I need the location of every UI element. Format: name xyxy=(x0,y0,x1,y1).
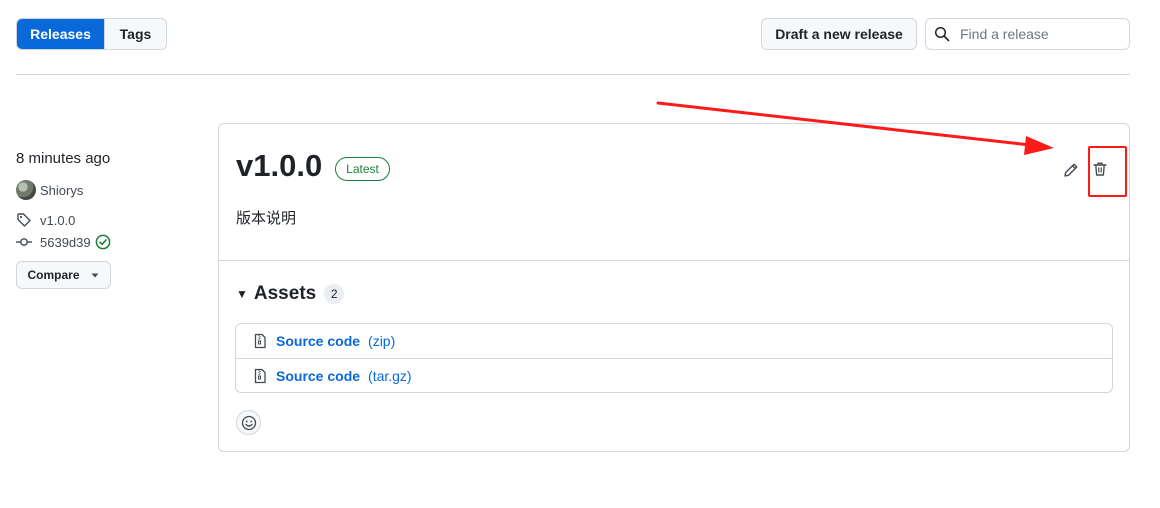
latest-badge: Latest xyxy=(335,157,390,181)
add-reaction-button[interactable] xyxy=(236,410,261,435)
tag-icon xyxy=(17,213,31,227)
commit-sha[interactable]: 5639d39 xyxy=(40,235,91,250)
tag-label[interactable]: v1.0.0 xyxy=(40,213,75,228)
caret-down-icon xyxy=(91,273,98,278)
avatar[interactable] xyxy=(16,180,36,200)
pencil-icon xyxy=(1064,163,1078,177)
edit-release-button[interactable] xyxy=(1059,158,1083,182)
compare-label: Compare xyxy=(27,268,80,282)
asset-link[interactable]: Source code xyxy=(276,333,360,349)
release-notes: 版本说明 xyxy=(236,210,297,227)
card-divider xyxy=(219,260,1129,261)
author-link[interactable]: Shiorys xyxy=(16,180,83,200)
tab-tags[interactable]: Tags xyxy=(104,19,166,49)
asset-ext[interactable]: (tar.gz) xyxy=(368,368,412,384)
file-zip-icon xyxy=(254,368,266,384)
trash-icon xyxy=(1093,162,1107,176)
search-input[interactable] xyxy=(958,25,1122,43)
header-divider xyxy=(16,74,1130,75)
asset-row[interactable]: Source code (tar.gz) xyxy=(236,358,1112,392)
assets-list: Source code (zip) Source code (tar.gz) xyxy=(235,323,1113,393)
tag-link[interactable]: v1.0.0 xyxy=(16,212,75,228)
tab-releases[interactable]: Releases xyxy=(17,19,104,49)
asset-row[interactable]: Source code (zip) xyxy=(236,324,1112,358)
assets-toggle[interactable]: ▼ Assets 2 xyxy=(236,283,345,305)
asset-link[interactable]: Source code xyxy=(276,368,360,384)
commit-icon xyxy=(16,238,32,246)
smiley-icon xyxy=(241,415,256,430)
verified-icon xyxy=(95,234,110,250)
releases-tags-switch: Releases Tags xyxy=(16,18,167,50)
draft-new-release-button[interactable]: Draft a new release xyxy=(761,18,917,50)
assets-heading: Assets xyxy=(253,283,317,304)
author-name[interactable]: Shiorys xyxy=(40,183,83,198)
find-release-search[interactable] xyxy=(925,18,1130,50)
compare-button[interactable]: Compare xyxy=(16,261,111,289)
file-zip-icon xyxy=(254,333,266,349)
delete-release-button[interactable] xyxy=(1088,157,1112,181)
asset-ext[interactable]: (zip) xyxy=(368,333,395,349)
commit-link[interactable]: 5639d39 xyxy=(16,234,111,250)
triangle-down-icon: ▼ xyxy=(236,287,248,301)
assets-count: 2 xyxy=(324,284,345,304)
release-title[interactable]: v1.0.0 xyxy=(236,148,322,184)
search-icon xyxy=(934,26,950,42)
release-time: 8 minutes ago xyxy=(16,150,111,167)
